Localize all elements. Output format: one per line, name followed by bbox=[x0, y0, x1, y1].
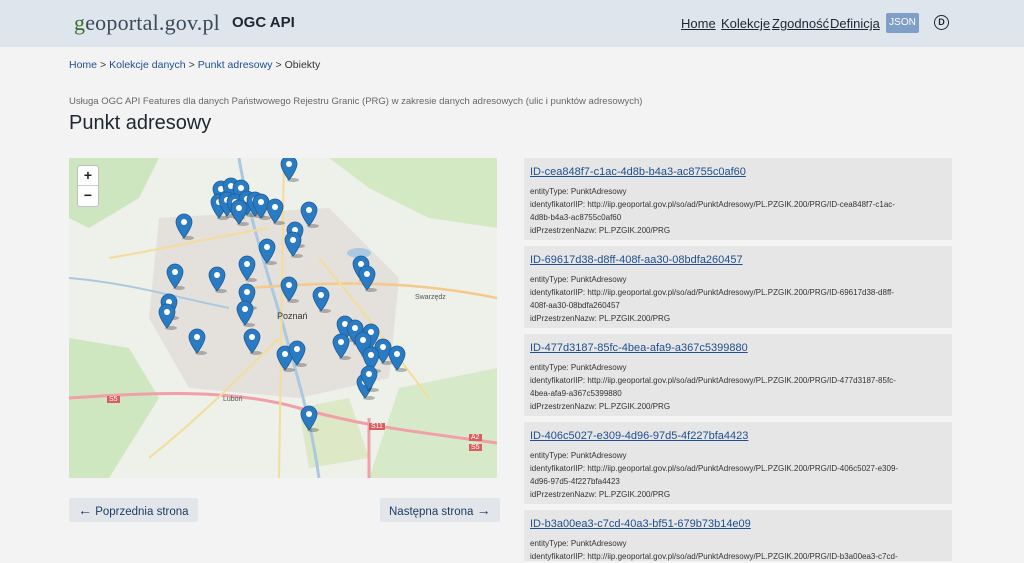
map-marker-icon[interactable] bbox=[208, 266, 227, 293]
map-marker-icon[interactable] bbox=[300, 201, 319, 228]
feature-identyfikator: identyfikatorIIP: http://iip.geoportal.g… bbox=[530, 200, 895, 209]
feature-entity-type: entityType: PunktAdresowy bbox=[530, 275, 627, 284]
prev-page-label: Poprzednia strona bbox=[95, 506, 189, 518]
map-marker-icon[interactable] bbox=[388, 345, 407, 372]
feature-przestrzen: idPrzestrzenNazw: PL.PZGIK.200/PRG bbox=[530, 226, 671, 235]
breadcrumb: Home > Kolekcje danych > Punkt adresowy > Obie… bbox=[69, 59, 320, 71]
map-marker-icon[interactable] bbox=[312, 286, 331, 313]
feature-identyfikator-cont: 408f-aa30-08bdfa260457 bbox=[530, 301, 620, 310]
feature-przestrzen: idPrzestrzenNazw: PL.PZGIK.200/PRG bbox=[530, 402, 671, 411]
breadcrumb-home[interactable]: Home bbox=[69, 59, 97, 71]
map-marker-icon[interactable] bbox=[332, 333, 351, 360]
feature-card: ID-477d3187-85fc-4bea-afa9-a367c5399880 … bbox=[524, 334, 952, 416]
map-marker-icon[interactable] bbox=[258, 238, 277, 265]
nav-definicja[interactable]: Definicja bbox=[830, 16, 880, 31]
next-page-label: Następna strona bbox=[389, 506, 474, 518]
map-marker-icon[interactable] bbox=[358, 265, 377, 292]
map-marker-icon[interactable] bbox=[288, 340, 307, 367]
feature-identyfikator-cont: 4bea-afa9-a367c5399880 bbox=[530, 389, 622, 398]
map-markers bbox=[158, 158, 407, 432]
map-marker-icon[interactable] bbox=[280, 276, 299, 303]
breadcrumb-separator: > bbox=[188, 59, 195, 71]
page-subtitle: Usługa OGC API Features dla danych Państ… bbox=[69, 96, 643, 107]
map-view[interactable]: Poznań Swarzędz Luboń S5 S11 A2 S5 bbox=[69, 158, 497, 478]
feature-identyfikator: identyfikatorIIP: http://iip.geoportal.g… bbox=[530, 464, 899, 473]
breadcrumb-kolekcje[interactable]: Kolekcje danych bbox=[109, 59, 185, 71]
map-marker-icon[interactable] bbox=[284, 231, 303, 258]
feature-card: ID-cea848f7-c1ac-4d8b-b4a3-ac8755c0af60 … bbox=[524, 158, 952, 240]
map-marker-icon[interactable] bbox=[238, 255, 257, 282]
feature-entity-type: entityType: PunktAdresowy bbox=[530, 539, 627, 548]
app-title: OGC API bbox=[232, 14, 295, 31]
feature-id-link[interactable]: ID-477d3187-85fc-4bea-afa9-a367c5399880 bbox=[530, 341, 946, 355]
feature-entity-type: entityType: PunktAdresowy bbox=[530, 451, 627, 460]
map-marker-icon[interactable] bbox=[158, 303, 177, 330]
nav-home[interactable]: Home bbox=[681, 16, 716, 31]
map-marker-icon[interactable] bbox=[243, 328, 262, 355]
prev-page-button[interactable]: ← Poprzednia strona bbox=[69, 498, 198, 522]
feature-przestrzen: idPrzestrzenNazw: PL.PZGIK.200/PRG bbox=[530, 490, 671, 499]
json-button[interactable]: JSON bbox=[886, 13, 919, 33]
feature-card: ID-b3a00ea3-c7cd-40a3-bf51-679b73b14e09 … bbox=[524, 510, 952, 561]
map-zoom-control: + − bbox=[77, 165, 99, 207]
arrow-right-icon: → bbox=[476, 502, 491, 518]
map-marker-icon[interactable] bbox=[266, 198, 285, 225]
feature-entity-type: entityType: PunktAdresowy bbox=[530, 187, 627, 196]
feature-identyfikator: identyfikatorIIP: http://iip.geoportal.g… bbox=[530, 376, 896, 385]
feature-identyfikator: identyfikatorIIP: http://iip.geoportal.g… bbox=[530, 288, 894, 297]
breadcrumb-separator: > bbox=[100, 59, 107, 71]
feature-identyfikator-cont: 4d8b-b4a3-ac8755c0af60 bbox=[530, 213, 622, 222]
map-marker-icon[interactable] bbox=[166, 263, 185, 290]
nav-kolekcje[interactable]: Kolekcje bbox=[721, 16, 770, 31]
breadcrumb-separator: > bbox=[275, 59, 282, 71]
top-navbar: geoportal.gov.pl OGC API Home Kolekcje Z… bbox=[0, 0, 1024, 47]
feature-przestrzen: idPrzestrzenNazw: PL.PZGIK.200/PRG bbox=[530, 314, 671, 323]
feature-id-link[interactable]: ID-b3a00ea3-c7cd-40a3-bf51-679b73b14e09 bbox=[530, 517, 946, 531]
breadcrumb-punkt[interactable]: Punkt adresowy bbox=[198, 59, 273, 71]
map-marker-icon[interactable] bbox=[188, 328, 207, 355]
map-marker-icon[interactable] bbox=[300, 405, 319, 432]
feature-id-link[interactable]: ID-69617d38-d8ff-408f-aa30-08bdfa260457 bbox=[530, 253, 946, 267]
arrow-left-icon: ← bbox=[78, 502, 92, 518]
feature-identyfikator: identyfikatorIIP: http://iip.geoportal.g… bbox=[530, 552, 898, 561]
map-marker-icon[interactable] bbox=[236, 300, 255, 327]
logo-prefix: g bbox=[74, 10, 86, 35]
feature-identyfikator-cont: 4d96-97d5-4f227bfa4423 bbox=[530, 477, 620, 486]
logo-text: eoportal.gov.pl bbox=[85, 10, 220, 35]
map-marker-icon[interactable] bbox=[280, 158, 299, 182]
feature-card: ID-69617d38-d8ff-408f-aa30-08bdfa260457 … bbox=[524, 246, 952, 328]
map-marker-icon[interactable] bbox=[230, 199, 249, 226]
zoom-out-button[interactable]: − bbox=[78, 186, 98, 206]
theme-toggle-icon[interactable]: D bbox=[934, 15, 949, 30]
zoom-in-button[interactable]: + bbox=[78, 166, 98, 186]
geoportal-logo[interactable]: geoportal.gov.pl bbox=[74, 10, 220, 36]
feature-id-link[interactable]: ID-406c5027-e309-4d96-97d5-4f227bfa4423 bbox=[530, 429, 946, 443]
feature-card: ID-406c5027-e309-4d96-97d5-4f227bfa4423 … bbox=[524, 422, 952, 504]
page-title: Punkt adresowy bbox=[69, 112, 212, 134]
feature-id-link[interactable]: ID-cea848f7-c1ac-4d8b-b4a3-ac8755c0af60 bbox=[530, 165, 946, 179]
breadcrumb-current: Obiekty bbox=[284, 59, 321, 71]
next-page-button[interactable]: Następna strona → bbox=[380, 498, 500, 522]
map-marker-icon[interactable] bbox=[175, 213, 194, 240]
feature-entity-type: entityType: PunktAdresowy bbox=[530, 363, 627, 372]
nav-zgodnosc[interactable]: Zgodność bbox=[772, 16, 829, 31]
